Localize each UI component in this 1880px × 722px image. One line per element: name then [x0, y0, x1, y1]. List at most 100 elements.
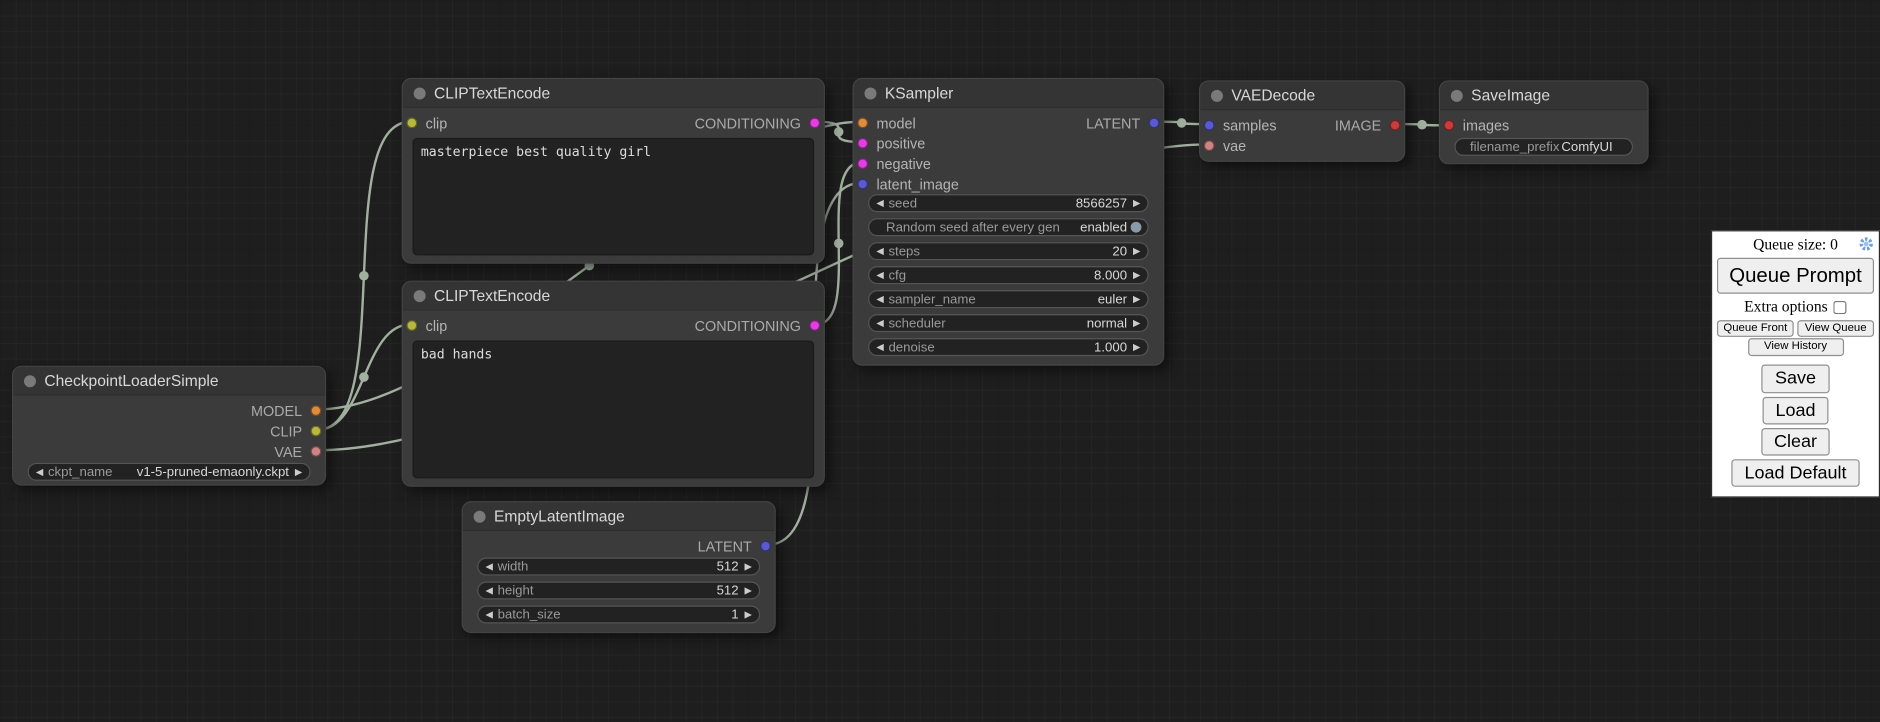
- slot-dot-vae[interactable]: [1204, 140, 1215, 151]
- node-save-image[interactable]: SaveImage images filename_prefix ComfyUI: [1439, 80, 1649, 164]
- node-title-bar[interactable]: CLIPTextEncode: [403, 79, 824, 108]
- input-slot-model[interactable]: model: [854, 115, 916, 132]
- input-slot-positive[interactable]: positive: [854, 135, 926, 152]
- view-queue-button[interactable]: View Queue: [1797, 320, 1874, 338]
- prev-option-arrow-icon[interactable]: ◀: [34, 467, 46, 477]
- load-button[interactable]: Load: [1762, 396, 1828, 424]
- slot-dot-conditioning[interactable]: [857, 138, 868, 149]
- output-slot-conditioning[interactable]: CONDITIONING: [695, 317, 824, 334]
- node-title-bar[interactable]: CheckpointLoaderSimple: [13, 367, 325, 396]
- node-title-bar[interactable]: CLIPTextEncode: [403, 282, 824, 311]
- collapse-dot-icon[interactable]: [1211, 89, 1223, 101]
- slot-dot-latent[interactable]: [857, 179, 868, 190]
- view-history-button[interactable]: View History: [1748, 339, 1844, 357]
- output-slot-clip[interactable]: CLIP: [270, 423, 325, 440]
- slot-dot-latent[interactable]: [1149, 118, 1160, 129]
- output-slot-conditioning[interactable]: CONDITIONING: [695, 115, 824, 132]
- load-default-button[interactable]: Load Default: [1731, 459, 1859, 487]
- increment-arrow-icon[interactable]: ▶: [1131, 342, 1143, 352]
- toggle-on-indicator[interactable]: [1131, 222, 1142, 233]
- input-slot-clip[interactable]: clip: [403, 317, 447, 334]
- widget-steps[interactable]: ◀ steps 20 ▶: [868, 242, 1149, 260]
- increment-arrow-icon[interactable]: ▶: [1131, 198, 1143, 208]
- increment-arrow-icon[interactable]: ▶: [742, 610, 754, 620]
- positive-prompt-textarea[interactable]: masterpiece best quality girl: [412, 138, 814, 256]
- widget-batch-size[interactable]: ◀ batch_size 1 ▶: [477, 605, 760, 623]
- decrement-arrow-icon[interactable]: ◀: [483, 586, 495, 596]
- node-title-bar[interactable]: KSampler: [854, 79, 1163, 108]
- prev-option-arrow-icon[interactable]: ◀: [874, 318, 886, 328]
- decrement-arrow-icon[interactable]: ◀: [483, 610, 495, 620]
- output-slot-vae[interactable]: VAE: [274, 443, 325, 460]
- input-slot-negative[interactable]: negative: [854, 155, 931, 172]
- node-empty-latent-image[interactable]: EmptyLatentImage LATENT ◀ width 512 ▶ ◀ …: [462, 501, 776, 633]
- collapse-dot-icon[interactable]: [414, 87, 426, 99]
- node-clip-text-encode-positive[interactable]: CLIPTextEncode clip CONDITIONING masterp…: [402, 78, 825, 264]
- negative-prompt-textarea[interactable]: bad hands: [412, 341, 814, 479]
- widget-seed[interactable]: ◀ seed 8566257 ▶: [868, 194, 1149, 212]
- slot-dot-clip[interactable]: [311, 426, 322, 437]
- input-slot-latent-image[interactable]: latent_image: [854, 176, 959, 193]
- output-slot-model[interactable]: MODEL: [251, 402, 325, 419]
- slot-dot-conditioning[interactable]: [809, 118, 820, 129]
- output-slot-latent[interactable]: LATENT: [698, 538, 775, 555]
- increment-arrow-icon[interactable]: ▶: [742, 562, 754, 572]
- input-slot-images[interactable]: images: [1440, 117, 1509, 134]
- output-slot-latent[interactable]: LATENT: [1086, 115, 1163, 132]
- decrement-arrow-icon[interactable]: ◀: [874, 342, 886, 352]
- decrement-arrow-icon[interactable]: ◀: [874, 198, 886, 208]
- widget-sampler-name[interactable]: ◀ sampler_name euler ▶: [868, 290, 1149, 308]
- clear-button[interactable]: Clear: [1761, 428, 1830, 456]
- slot-dot-latent[interactable]: [1204, 120, 1215, 131]
- input-slot-vae[interactable]: vae: [1200, 137, 1246, 154]
- widget-scheduler[interactable]: ◀ scheduler normal ▶: [868, 314, 1149, 332]
- input-slot-clip[interactable]: clip: [403, 115, 447, 132]
- slot-dot-conditioning[interactable]: [857, 158, 868, 169]
- prev-option-arrow-icon[interactable]: ◀: [874, 294, 886, 304]
- slot-dot-vae[interactable]: [311, 446, 322, 457]
- save-button[interactable]: Save: [1762, 365, 1829, 393]
- collapse-dot-icon[interactable]: [864, 87, 876, 99]
- collapse-dot-icon[interactable]: [24, 375, 36, 387]
- widget-height[interactable]: ◀ height 512 ▶: [477, 582, 760, 600]
- next-option-arrow-icon[interactable]: ▶: [1131, 294, 1143, 304]
- node-title-bar[interactable]: VAEDecode: [1200, 82, 1404, 111]
- slot-dot-model[interactable]: [311, 405, 322, 416]
- next-option-arrow-icon[interactable]: ▶: [1131, 318, 1143, 328]
- widget-random-seed-toggle[interactable]: Random seed after every gen enabled: [868, 218, 1149, 236]
- slot-dot-clip[interactable]: [406, 320, 417, 331]
- decrement-arrow-icon[interactable]: ◀: [874, 246, 886, 256]
- settings-gear-icon[interactable]: [1858, 236, 1874, 252]
- increment-arrow-icon[interactable]: ▶: [1131, 246, 1143, 256]
- increment-arrow-icon[interactable]: ▶: [1131, 270, 1143, 280]
- node-title-bar[interactable]: EmptyLatentImage: [463, 502, 775, 531]
- queue-prompt-button[interactable]: Queue Prompt: [1717, 258, 1874, 293]
- increment-arrow-icon[interactable]: ▶: [742, 586, 754, 596]
- collapse-dot-icon[interactable]: [474, 510, 486, 522]
- input-slot-samples[interactable]: samples: [1200, 117, 1276, 134]
- slot-dot-latent[interactable]: [760, 541, 771, 552]
- decrement-arrow-icon[interactable]: ◀: [483, 562, 495, 572]
- slot-dot-conditioning[interactable]: [809, 320, 820, 331]
- widget-cfg[interactable]: ◀ cfg 8.000 ▶: [868, 266, 1149, 284]
- widget-width[interactable]: ◀ width 512 ▶: [477, 558, 760, 576]
- node-graph-canvas[interactable]: CheckpointLoaderSimple MODEL CLIP VAE: [0, 0, 1880, 722]
- node-vae-decode[interactable]: VAEDecode samples IMAGE vae: [1199, 80, 1405, 162]
- widget-filename-prefix[interactable]: filename_prefix ComfyUI: [1454, 138, 1633, 156]
- slot-dot-model[interactable]: [857, 118, 868, 129]
- collapse-dot-icon[interactable]: [1451, 89, 1463, 101]
- node-title-bar[interactable]: SaveImage: [1440, 82, 1647, 111]
- widget-denoise[interactable]: ◀ denoise 1.000 ▶: [868, 338, 1149, 356]
- node-ksampler[interactable]: KSampler model LATENT positive: [852, 78, 1164, 366]
- queue-front-button[interactable]: Queue Front: [1717, 320, 1794, 338]
- next-option-arrow-icon[interactable]: ▶: [293, 467, 305, 477]
- extra-options-checkbox[interactable]: [1834, 300, 1847, 313]
- output-slot-image[interactable]: IMAGE: [1335, 117, 1404, 134]
- slot-dot-image[interactable]: [1390, 120, 1401, 131]
- slot-dot-image[interactable]: [1444, 120, 1455, 131]
- node-checkpoint-loader[interactable]: CheckpointLoaderSimple MODEL CLIP VAE: [12, 366, 326, 486]
- decrement-arrow-icon[interactable]: ◀: [874, 270, 886, 280]
- collapse-dot-icon[interactable]: [414, 290, 426, 302]
- widget-ckpt-name[interactable]: ◀ ckpt_name v1-5-pruned-emaonly.ckpt ▶: [28, 463, 311, 481]
- node-clip-text-encode-negative[interactable]: CLIPTextEncode clip CONDITIONING bad han…: [402, 281, 825, 487]
